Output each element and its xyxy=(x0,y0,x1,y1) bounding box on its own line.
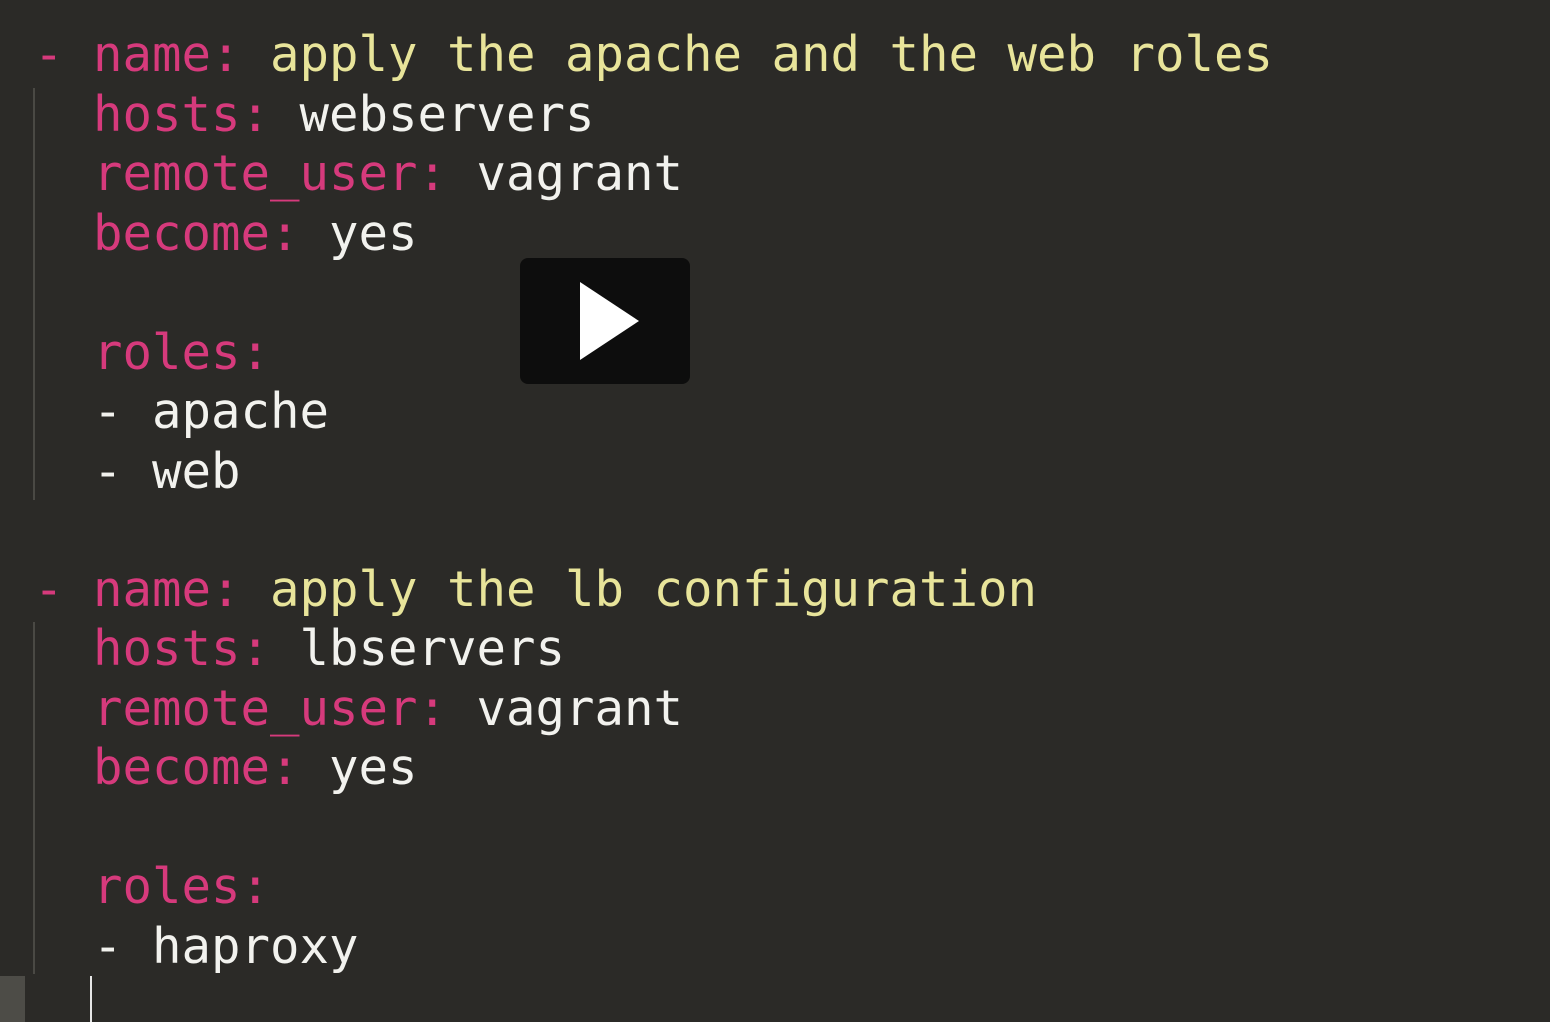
roles-key: roles: xyxy=(93,858,271,915)
name-value: apply the lb configuration xyxy=(270,561,1038,618)
remote-user-value: vagrant xyxy=(476,145,684,202)
play-icon xyxy=(580,282,639,360)
remote-user-key: remote_user: xyxy=(93,145,448,202)
text-cursor xyxy=(90,976,92,1022)
name-value: apply the apache and the web roles xyxy=(270,26,1274,83)
role-dash: - xyxy=(93,443,123,500)
roles-key: roles: xyxy=(93,324,271,381)
code-line[interactable]: remote_user: vagrant xyxy=(34,144,683,204)
become-key: become: xyxy=(93,205,300,262)
code-line[interactable]: - web xyxy=(34,442,241,502)
name-key: name: xyxy=(93,26,241,83)
become-key: become: xyxy=(93,739,300,796)
code-editor[interactable]: - name: apply the apache and the web role… xyxy=(0,0,1550,1022)
role-dash: - xyxy=(93,383,123,440)
role-value: web xyxy=(152,443,241,500)
hosts-value: webservers xyxy=(299,86,595,143)
hosts-value: lbservers xyxy=(299,620,566,677)
remote-user-key: remote_user: xyxy=(93,680,448,737)
code-line[interactable]: become: yes xyxy=(34,204,418,264)
role-value: apache xyxy=(152,383,330,440)
remote-user-value: vagrant xyxy=(476,680,684,737)
code-line[interactable]: become: yes xyxy=(34,738,418,798)
name-key: name: xyxy=(93,561,241,618)
code-line[interactable]: hosts: lbservers xyxy=(34,619,565,679)
code-line[interactable]: hosts: webservers xyxy=(34,85,595,145)
hosts-key: hosts: xyxy=(93,86,271,143)
code-line[interactable]: roles: xyxy=(34,323,270,383)
current-line-marker xyxy=(0,976,25,1022)
list-dash: - xyxy=(34,561,64,618)
code-line[interactable]: - name: apply the apache and the web role… xyxy=(34,25,1273,85)
role-value: haproxy xyxy=(152,918,359,975)
become-value: yes xyxy=(329,739,418,796)
hosts-key: hosts: xyxy=(93,620,271,677)
code-line[interactable]: - apache xyxy=(34,382,329,442)
code-line[interactable]: - haproxy xyxy=(34,917,359,977)
code-line[interactable]: - name: apply the lb configuration xyxy=(34,560,1037,620)
code-line[interactable]: remote_user: vagrant xyxy=(34,679,683,739)
become-value: yes xyxy=(329,205,418,262)
code-line[interactable]: roles: xyxy=(34,857,270,917)
list-dash: - xyxy=(34,26,64,83)
play-button[interactable] xyxy=(520,258,690,384)
role-dash: - xyxy=(93,918,123,975)
